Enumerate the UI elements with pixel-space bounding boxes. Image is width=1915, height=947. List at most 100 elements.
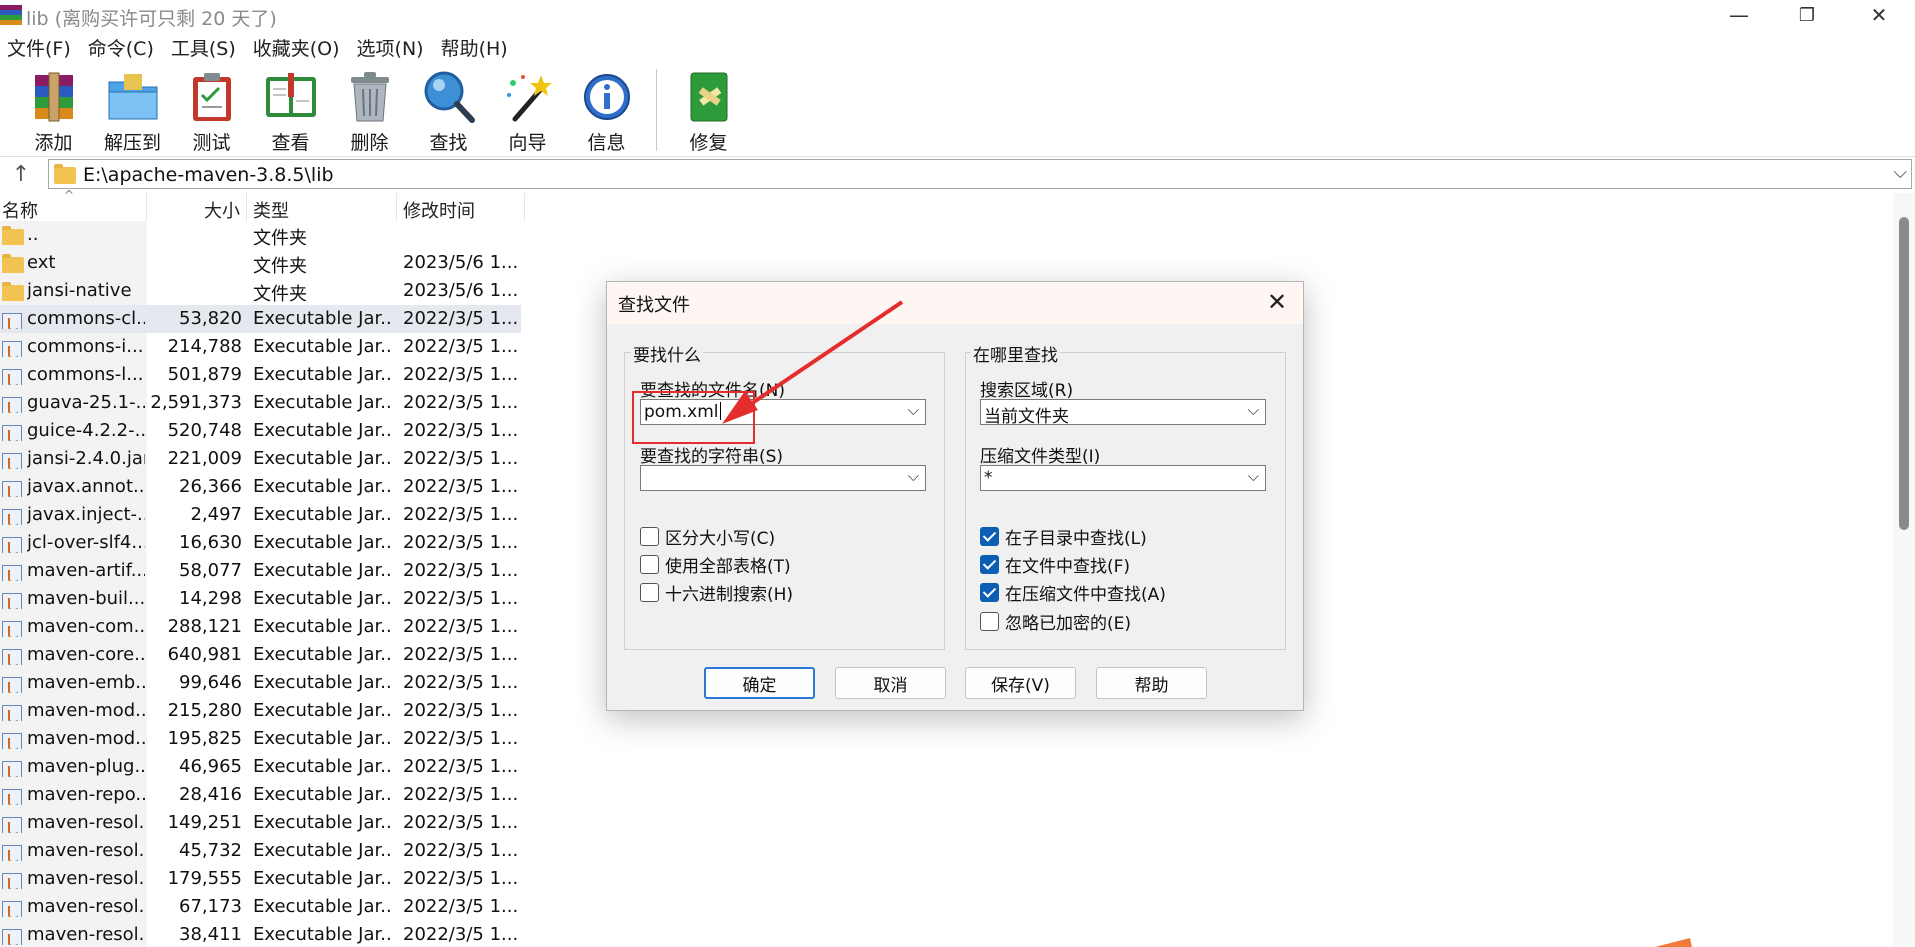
chevron-down-icon[interactable]: ⌵ [908, 467, 919, 485]
path-combobox[interactable]: E:\apache-maven-3.8.5\lib ⌵ [48, 159, 1912, 189]
help-button[interactable]: 帮助 [1096, 667, 1207, 699]
close-window-button[interactable]: ✕ [1845, 0, 1913, 30]
view-button[interactable]: 查看 [251, 64, 330, 156]
file-row[interactable]: maven-resol... 149,251 Executable Jar... 20… [0, 809, 521, 837]
file-row[interactable]: maven-resol... 38,411 Executable Jar... 202… [0, 921, 521, 947]
file-size: 288,121 [167, 616, 242, 637]
test-button[interactable]: 测试 [172, 64, 251, 156]
add-button[interactable]: 添加 [14, 64, 93, 156]
file-row[interactable]: javax.annot... 26,366 Executable Jar... 202… [0, 473, 521, 501]
file-row[interactable]: maven-artif... 58,077 Executable Jar... 202… [0, 557, 521, 585]
search-area-select[interactable]: 当前文件夹 ⌵ [980, 399, 1266, 427]
search-subfolders-label: 在子目录中查找(L) [1005, 528, 1147, 549]
checkbox-box[interactable] [640, 582, 659, 602]
checkbox-box[interactable] [980, 611, 999, 631]
jar-icon [2, 758, 24, 777]
search-in-files-label: 在文件中查找(F) [1005, 556, 1131, 577]
file-row[interactable]: maven-buil... 14,298 Executable Jar... 2022… [0, 585, 521, 613]
file-row[interactable]: commons-i... 214,788 Executable Jar... 2022… [0, 333, 521, 361]
column-name-label: 名称 [2, 201, 38, 222]
file-modified: 2022/3/5 1... [403, 840, 519, 861]
file-row[interactable]: maven-mod... 215,280 Executable Jar... 2022… [0, 697, 521, 725]
vertical-scrollbar[interactable] [1893, 193, 1915, 947]
dialog-close-button[interactable]: ✕ [1257, 286, 1297, 318]
file-row[interactable]: maven-repo... 28,416 Executable Jar... 2022… [0, 781, 521, 809]
chevron-down-icon[interactable]: ⌵ [1248, 401, 1259, 419]
repair-button[interactable]: 修复 [669, 64, 748, 156]
file-name: jansi-native [27, 280, 132, 301]
search-subfolders-checkbox[interactable]: 在子目录中查找(L) [980, 525, 1147, 549]
sort-ascending-icon: ^ [64, 188, 75, 202]
file-modified: 2022/3/5 1... [403, 308, 519, 329]
save-button[interactable]: 保存(V) [965, 667, 1076, 699]
file-row[interactable]: maven-com... 288,121 Executable Jar... 2022… [0, 613, 521, 641]
checkbox-box[interactable] [980, 526, 999, 546]
find-button[interactable]: 查找 [409, 64, 488, 156]
search-in-archives-checkbox[interactable]: 在压缩文件中查找(A) [980, 581, 1166, 605]
column-header-size[interactable]: 大小 [147, 193, 247, 222]
menu-tools[interactable]: 工具(S) [164, 32, 246, 60]
archive-type-combobox[interactable]: * ⌵ [980, 465, 1266, 491]
file-row[interactable]: jansi-2.4.0.jar 221,009 Executable Jar... 2… [0, 445, 521, 473]
restore-button[interactable]: ❐ [1773, 0, 1841, 30]
up-arrow-icon[interactable]: ↑ [7, 160, 35, 188]
file-row[interactable]: maven-resol... 67,173 Executable Jar... 202… [0, 893, 521, 921]
column-header-type[interactable]: 类型 [247, 193, 397, 222]
file-row[interactable]: guava-25.1-... 2,591,373 Executable Jar...… [0, 389, 521, 417]
chevron-down-icon[interactable]: ⌵ [1893, 162, 1907, 183]
checkbox-box[interactable] [640, 554, 659, 574]
column-header-modified[interactable]: 修改时间 [397, 193, 525, 222]
delete-button[interactable]: 删除 [330, 64, 409, 156]
file-row[interactable]: maven-emb... 99,646 Executable Jar... 2022/… [0, 669, 521, 697]
file-row[interactable]: jcl-over-slf4... 16,630 Executable Jar... 2… [0, 529, 521, 557]
chevron-down-icon[interactable]: ⌵ [908, 401, 919, 419]
file-type: Executable Jar... [253, 448, 393, 469]
search-in-files-checkbox[interactable]: 在文件中查找(F) [980, 553, 1131, 577]
cancel-button[interactable]: 取消 [835, 667, 946, 699]
case-sensitive-checkbox[interactable]: 区分大小写(C) [640, 525, 775, 549]
menu-help[interactable]: 帮助(H) [434, 32, 518, 60]
skip-encrypted-checkbox[interactable]: 忽略已加密的(E) [980, 610, 1132, 634]
repair-label: 修复 [689, 132, 728, 154]
file-modified: 2022/3/5 1... [403, 336, 519, 357]
file-row[interactable]: maven-mod... 195,825 Executable Jar... 2022… [0, 725, 521, 753]
hex-search-checkbox[interactable]: 十六进制搜索(H) [640, 581, 793, 605]
file-row[interactable]: commons-l... 501,879 Executable Jar... 2022… [0, 361, 521, 389]
wizard-button[interactable]: 向导 [488, 64, 567, 156]
file-row[interactable]: .. 文件夹 [0, 221, 521, 249]
checkbox-box[interactable] [640, 526, 659, 546]
file-modified: 2022/3/5 1... [403, 532, 519, 553]
extract-button[interactable]: 解压到 [93, 64, 172, 156]
file-row[interactable]: jansi-native 文件夹 2023/5/6 1... [0, 277, 521, 305]
file-size [150, 221, 242, 249]
ok-button[interactable]: 确定 [704, 667, 815, 699]
file-row[interactable]: javax.inject-... 2,497 Executable Jar... 20… [0, 501, 521, 529]
menu-file[interactable]: 文件(F) [0, 32, 81, 60]
menu-favorites[interactable]: 收藏夹(O) [246, 32, 350, 60]
scrollbar-thumb[interactable] [1899, 217, 1909, 530]
use-all-tables-checkbox[interactable]: 使用全部表格(T) [640, 553, 791, 577]
jar-icon [2, 422, 24, 441]
file-row[interactable]: maven-resol... 179,555 Executable Jar... 20… [0, 865, 521, 893]
file-type: Executable Jar... [253, 672, 393, 693]
file-row[interactable]: guice-4.2.2-... 520,748 Executable Jar... 2… [0, 417, 521, 445]
file-name: maven-resol... [27, 868, 145, 889]
info-button[interactable]: 信息 [567, 64, 646, 156]
menu-commands[interactable]: 命令(C) [81, 32, 164, 60]
file-row[interactable]: ext 文件夹 2023/5/6 1... [0, 249, 521, 277]
minimize-button[interactable]: — [1705, 0, 1773, 30]
chevron-down-icon[interactable]: ⌵ [1248, 467, 1259, 485]
column-header-name[interactable]: 名称 ^ [0, 188, 147, 222]
file-type: Executable Jar... [253, 868, 393, 889]
file-row[interactable]: maven-core... 640,981 Executable Jar... 202… [0, 641, 521, 669]
checkbox-box[interactable] [980, 582, 999, 602]
extract-label: 解压到 [103, 132, 161, 154]
menu-options[interactable]: 选项(N) [350, 32, 434, 60]
file-row[interactable]: commons-cl... 53,820 Executable Jar... 2022… [0, 305, 521, 333]
trash-icon [342, 69, 398, 125]
string-combobox[interactable]: ⌵ [640, 465, 926, 491]
checkbox-box[interactable] [980, 554, 999, 574]
file-row[interactable]: maven-plug... 46,965 Executable Jar... 2022… [0, 753, 521, 781]
skip-encrypted-label: 忽略已加密的(E) [1005, 613, 1132, 634]
file-row[interactable]: maven-resol... 45,732 Executable Jar... 202… [0, 837, 521, 865]
